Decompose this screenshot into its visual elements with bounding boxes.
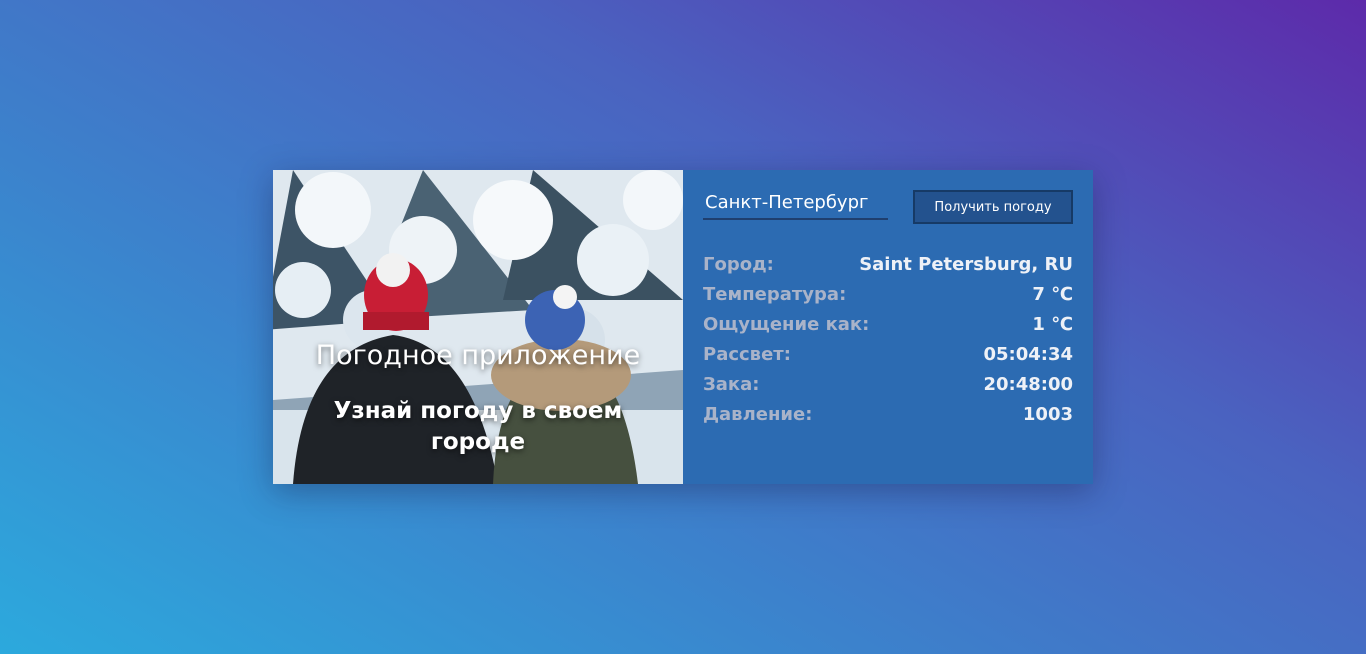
info-row-feels-like: Ощущение как: 1 ℃ [703,310,1073,340]
info-row-sunrise: Рассвет: 05:04:34 [703,340,1073,370]
sunset-label: Зака: [703,374,760,395]
temperature-value: 7 ℃ [1032,284,1073,305]
winter-photo: Погодное приложение Узнай погоду в своем… [273,170,683,484]
city-label: Город: [703,254,774,275]
info-row-pressure: Давление: 1003 [703,400,1073,430]
info-row-sunset: Зака: 20:48:00 [703,370,1073,400]
get-weather-button[interactable]: Получить погоду [913,190,1073,224]
search-row: Получить погоду [703,190,1073,224]
weather-panel: Получить погоду Город: Saint Petersburg,… [683,170,1093,484]
sunset-value: 20:48:00 [983,374,1073,395]
info-row-city: Город: Saint Petersburg, RU [703,250,1073,280]
pressure-value: 1003 [1022,404,1073,425]
app-title: Погодное приложение [315,340,641,371]
sunrise-value: 05:04:34 [983,344,1073,365]
feels-like-value: 1 ℃ [1032,314,1073,335]
app-subtitle: Узнай погоду в своем городе [333,398,623,455]
sunrise-label: Рассвет: [703,344,791,365]
feels-like-label: Ощущение как: [703,314,870,335]
info-row-temperature: Температура: 7 ℃ [703,280,1073,310]
weather-card: Погодное приложение Узнай погоду в своем… [273,170,1093,484]
city-input[interactable] [703,190,888,220]
pressure-label: Давление: [703,404,813,425]
weather-info: Город: Saint Petersburg, RU Температура:… [703,250,1073,430]
temperature-label: Температура: [703,284,847,305]
city-value: Saint Petersburg, RU [859,254,1073,275]
